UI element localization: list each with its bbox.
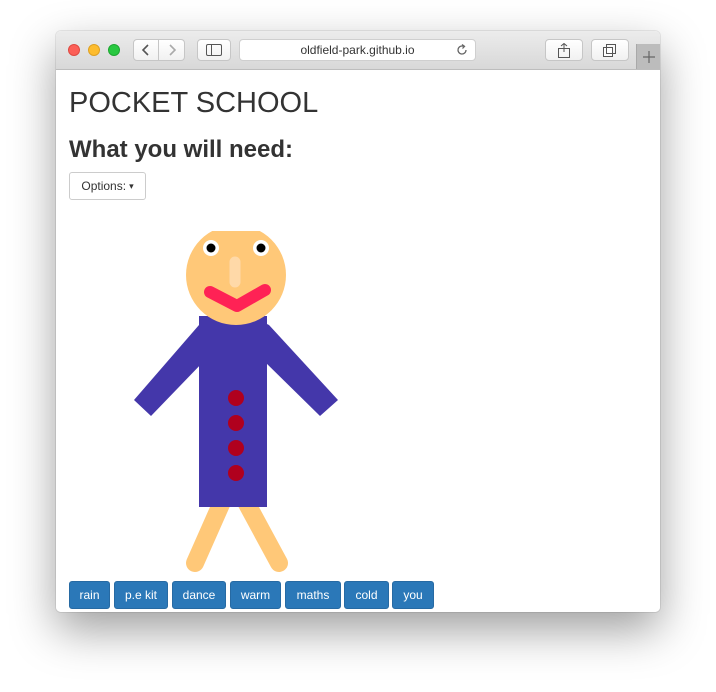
close-window-button[interactable] — [68, 44, 80, 56]
share-button[interactable] — [545, 39, 583, 61]
sidebar-toggle-button[interactable] — [197, 39, 231, 61]
right-leg — [237, 493, 288, 572]
dance-button[interactable]: dance — [172, 581, 226, 609]
forward-chevron-icon — [168, 44, 176, 56]
browser-window: oldfield-park.github.io POCKET SCHOOL Wh… — [56, 31, 660, 612]
show-tabs-button[interactable] — [591, 39, 629, 61]
coat-button — [228, 440, 244, 456]
left-pupil — [206, 243, 216, 253]
left-leg — [186, 493, 231, 572]
pe-kit-button[interactable]: p.e kit — [114, 581, 168, 609]
you-button[interactable]: you — [392, 581, 434, 609]
back-button[interactable] — [133, 39, 159, 61]
rain-button[interactable]: rain — [69, 581, 110, 609]
coat-button — [228, 415, 244, 431]
forward-button[interactable] — [159, 39, 185, 61]
reload-icon[interactable] — [455, 43, 469, 57]
share-icon — [558, 42, 570, 58]
coat-button — [228, 390, 244, 406]
back-chevron-icon — [141, 44, 149, 56]
page-content: POCKET SCHOOL What you will need: Option… — [56, 70, 660, 612]
minimize-window-button[interactable] — [88, 44, 100, 56]
character-figure — [134, 231, 338, 572]
sidebar-icon — [206, 44, 222, 56]
warm-button[interactable]: warm — [230, 581, 281, 609]
url-text: oldfield-park.github.io — [300, 43, 415, 57]
tabs-icon — [603, 43, 616, 57]
address-bar[interactable]: oldfield-park.github.io — [239, 39, 476, 61]
plus-icon — [642, 50, 655, 63]
maths-button[interactable]: maths — [285, 581, 341, 609]
title-bar: oldfield-park.github.io — [56, 31, 660, 70]
zoom-window-button[interactable] — [108, 44, 120, 56]
new-tab-button[interactable] — [636, 44, 660, 69]
coat-button — [228, 465, 244, 481]
cold-button[interactable]: cold — [344, 581, 389, 609]
right-pupil — [256, 243, 266, 253]
